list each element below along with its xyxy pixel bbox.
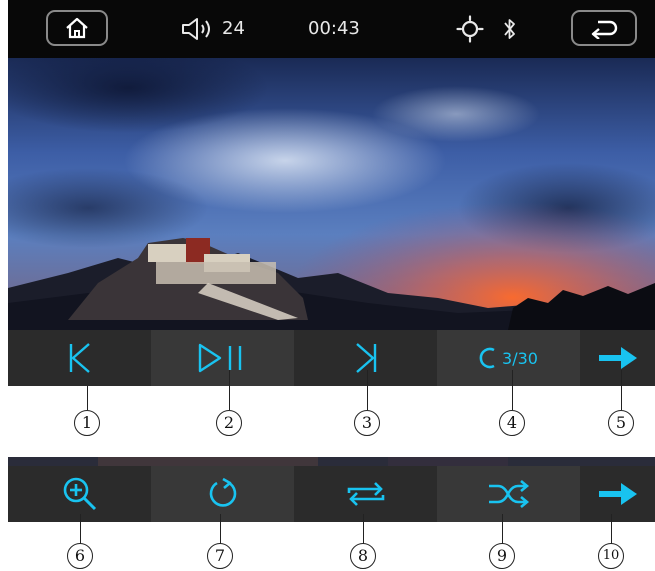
arrow-right-icon — [598, 347, 637, 369]
back-icon — [591, 20, 618, 39]
repeat-all-icon — [347, 482, 384, 506]
arrow-right-icon — [598, 483, 637, 505]
volume-level: 24 — [222, 18, 245, 39]
callout-number: 3 — [354, 410, 380, 436]
speaker-icon — [182, 18, 210, 40]
previous-icon — [69, 343, 90, 373]
callout-number: 9 — [489, 543, 515, 569]
play-pause-button[interactable] — [151, 330, 294, 386]
photo-strip-image — [8, 457, 655, 466]
callout-number: 10 — [598, 543, 624, 569]
next-button[interactable] — [294, 330, 437, 386]
rotate-icon — [209, 477, 236, 507]
zoom-in-icon — [63, 477, 96, 511]
shuffle-icon — [488, 480, 529, 508]
callout-line — [502, 514, 503, 544]
photo-strip — [8, 454, 655, 466]
callout-line — [229, 370, 230, 410]
photo-viewer[interactable] — [8, 58, 655, 330]
callout-line — [87, 386, 88, 410]
repeat-icon — [479, 347, 495, 369]
status-bar: 24 00:43 — [8, 0, 655, 58]
track-counter: 3/30 — [502, 348, 538, 368]
callout-number: 2 — [216, 410, 242, 436]
callout-number: 4 — [499, 410, 525, 436]
repeat-button[interactable]: 3/30 — [437, 330, 580, 386]
callout-line — [363, 514, 364, 544]
image-control-bar — [8, 466, 655, 522]
clock-time: 00:43 — [308, 18, 360, 39]
callout-line — [80, 514, 81, 544]
playback-control-bar: 3/30 — [8, 330, 655, 386]
photo-image — [8, 58, 655, 330]
callout-number: 8 — [350, 543, 376, 569]
home-button[interactable] — [46, 10, 108, 46]
callout-number: 6 — [67, 543, 93, 569]
shuffle-button[interactable] — [437, 466, 580, 522]
next-icon — [355, 343, 376, 373]
callout-number: 1 — [74, 410, 100, 436]
callout-line — [220, 514, 221, 544]
brightness-icon[interactable] — [456, 15, 484, 43]
next-page-button[interactable] — [580, 330, 655, 386]
next-page-button[interactable] — [580, 466, 655, 522]
repeat-all-button[interactable] — [294, 466, 437, 522]
callout-number: 5 — [608, 410, 634, 436]
rotate-button[interactable] — [151, 466, 294, 522]
callout-number: 7 — [207, 543, 233, 569]
callout-line — [512, 370, 513, 410]
play-pause-icon — [198, 343, 241, 373]
previous-button[interactable] — [8, 330, 151, 386]
callout-line — [621, 370, 622, 410]
bluetooth-icon — [504, 19, 515, 39]
callout-line — [611, 514, 612, 544]
home-icon — [66, 17, 88, 39]
back-button[interactable] — [571, 10, 637, 46]
callout-line — [367, 370, 368, 410]
